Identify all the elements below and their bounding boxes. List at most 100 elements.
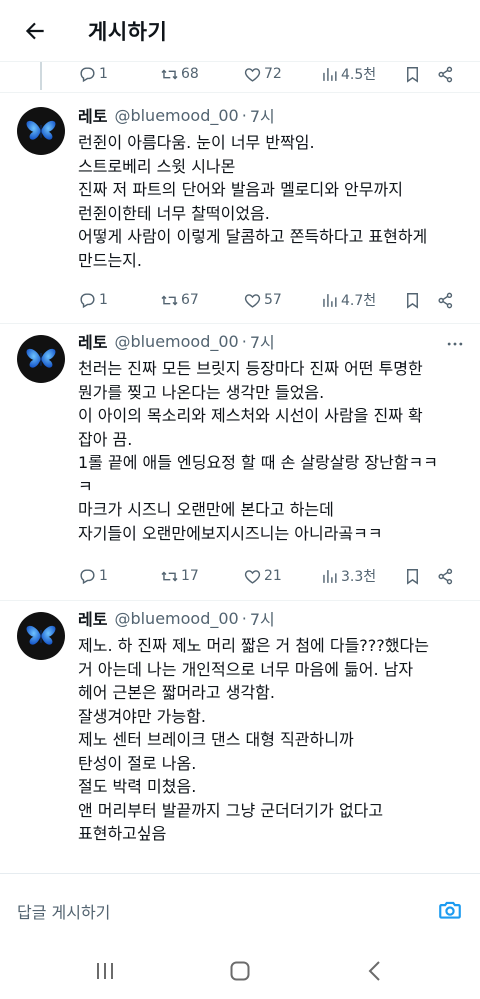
retweet-button[interactable]: 68 <box>160 62 199 86</box>
share-icon <box>438 66 453 82</box>
tweet-line: 런쥔이한테 너무 찰떡이었음. <box>78 203 270 223</box>
reply-button[interactable]: 1 <box>78 62 108 86</box>
thread-line <box>40 62 42 90</box>
separator-dot: · <box>241 608 247 628</box>
page-title: 게시하기 <box>88 20 168 44</box>
tweet-line: 제노 센터 브레이크 댄스 대형 직관하니까 <box>78 730 354 749</box>
tweet-line: 스트로베리 스윗 시나몬 <box>78 156 236 176</box>
share-button[interactable] <box>436 564 455 588</box>
reply-button[interactable]: 1 <box>78 288 108 312</box>
tweet-line: 헤어 근본은 짧머라고 생각함. <box>78 683 275 702</box>
reply-icon <box>80 66 95 82</box>
retweet-icon <box>161 295 178 305</box>
share-icon <box>438 568 453 584</box>
bookmark-button[interactable] <box>403 564 422 588</box>
views-count: 4.7천 <box>341 293 377 309</box>
timestamp[interactable]: 7시 <box>250 606 275 630</box>
bookmark-icon <box>407 292 418 309</box>
views-button[interactable]: 4.7천 <box>320 288 376 312</box>
like-button[interactable]: 72 <box>243 62 282 86</box>
heart-icon <box>244 569 261 584</box>
tweet-actions: 1 17 21 3.3천 <box>78 564 458 588</box>
avatar[interactable] <box>17 107 65 155</box>
tweet[interactable]: 레토 @bluemood_00 · 7시 제노. 하 진짜 제노 머리 짧은 거… <box>0 601 480 873</box>
tweet-line: 앤 머리부터 발끝까지 그냥 군더더기가 없다고 <box>78 800 384 820</box>
tweet-line: 절도 박력 미쳤음. <box>78 777 197 796</box>
like-button[interactable]: 57 <box>243 288 282 312</box>
tweet-text: 런쥔이 아름다움. 눈이 너무 반짝임. 스트로베리 스윗 시나몬 진짜 저 파… <box>78 131 468 272</box>
reply-composer[interactable]: 답글 게시하기 <box>0 873 480 943</box>
views-button[interactable]: 4.5천 <box>320 62 376 86</box>
reply-count: 1 <box>99 292 108 308</box>
butterfly-avatar-icon <box>26 120 56 140</box>
system-nav-bar <box>0 943 480 999</box>
views-count: 4.5천 <box>341 67 377 83</box>
reply-icon <box>80 568 95 584</box>
display-name[interactable]: 레토 <box>78 329 107 353</box>
separator-dot: · <box>241 331 247 351</box>
tweet-line: ㅋ <box>78 476 93 496</box>
avatar[interactable] <box>17 612 65 660</box>
tweet-line: 뭔가를 찢고 나온다는 생각만 들었음. <box>78 382 325 402</box>
prev-tweet-actions: 1 68 72 4.5천 <box>78 62 458 86</box>
reply-button[interactable]: 1 <box>78 564 108 588</box>
retweet-icon <box>161 69 178 79</box>
avatar[interactable] <box>17 335 65 383</box>
tweet-line: 탄성이 절로 나옴. <box>78 753 197 773</box>
retweet-button[interactable]: 17 <box>160 564 199 588</box>
display-name[interactable]: 레토 <box>78 606 107 630</box>
tweet-header: 레토 @bluemood_00 · 7시 <box>78 606 275 630</box>
bookmark-icon <box>407 568 418 585</box>
tweet[interactable]: 레토 @bluemood_00 · 7시 런쥔이 아름다움. 눈이 너무 반짝임… <box>0 93 480 323</box>
retweet-button[interactable]: 67 <box>160 288 199 312</box>
top-app-bar: 게시하기 <box>0 0 480 62</box>
home-icon[interactable] <box>225 957 255 985</box>
reply-icon <box>80 292 95 308</box>
share-button[interactable] <box>436 62 455 86</box>
camera-icon[interactable] <box>434 894 466 926</box>
reply-input[interactable]: 답글 게시하기 <box>17 899 110 923</box>
like-count: 72 <box>264 66 282 82</box>
views-button[interactable]: 3.3천 <box>320 564 376 588</box>
bookmark-button[interactable] <box>403 288 422 312</box>
display-name[interactable]: 레토 <box>78 103 107 127</box>
views-count: 3.3천 <box>341 569 377 585</box>
user-handle[interactable]: @bluemood_00 <box>114 332 238 351</box>
user-handle[interactable]: @bluemood_00 <box>114 609 238 628</box>
bookmark-button[interactable] <box>403 62 422 86</box>
tweet-line: 1롤 끝에 애들 엔딩요정 할 때 손 살랑살랑 장난함ㅋㅋ <box>78 453 438 472</box>
like-button[interactable]: 21 <box>243 564 282 588</box>
timestamp[interactable]: 7시 <box>250 103 275 127</box>
tweet-text: 천러는 진짜 모든 브릿지 등장마다 진짜 어떤 투명한 뭔가를 찢고 나온다는… <box>78 357 468 545</box>
tweet-text: 제노. 하 진짜 제노 머리 짧은 거 첨에 다들???했다는 거 아는데 나는… <box>78 634 468 846</box>
tweet-line: 잘생겨야만 가능함. <box>78 706 206 726</box>
retweet-icon <box>161 571 178 581</box>
tweet-line: 만드는지. <box>78 250 142 270</box>
like-count: 57 <box>264 292 282 308</box>
user-handle[interactable]: @bluemood_00 <box>114 106 238 125</box>
reply-count: 1 <box>99 66 108 82</box>
separator-dot: · <box>241 105 247 125</box>
recent-apps-icon[interactable] <box>90 957 120 985</box>
butterfly-avatar-icon <box>26 625 56 645</box>
tweet[interactable]: 레토 @bluemood_00 · 7시 천러는 진짜 모든 브릿지 등장마다 … <box>0 324 480 600</box>
timestamp[interactable]: 7시 <box>250 329 275 353</box>
views-icon <box>323 67 337 81</box>
reply-count: 1 <box>99 568 108 584</box>
tweet-header: 레토 @bluemood_00 · 7시 <box>78 329 275 353</box>
tweet-line: 표현하고싶음 <box>78 824 167 843</box>
tweet-line: 거 아는데 나는 개인적으로 너무 마음에 듦어. 남자 <box>78 659 414 679</box>
nav-back-icon[interactable] <box>360 957 390 985</box>
tweet-line: 이 아이의 목소리와 제스처와 시선이 사람을 진짜 확 <box>78 406 423 425</box>
share-button[interactable] <box>436 288 455 312</box>
tweet-line: 잡아 끔. <box>78 429 133 449</box>
tweet-line: 제노. 하 진짜 제노 머리 짧은 거 첨에 다들???했다는 <box>78 636 429 655</box>
heart-icon <box>244 67 261 82</box>
more-icon[interactable] <box>444 333 466 355</box>
tweet-line: 마크가 시즈니 오랜만에 본다고 하는데 <box>78 500 334 519</box>
tweet-line: 천러는 진짜 모든 브릿지 등장마다 진짜 어떤 투명한 <box>78 359 423 378</box>
back-arrow-icon[interactable] <box>18 14 52 48</box>
tweet-actions: 1 67 57 4.7천 <box>78 288 458 312</box>
retweet-count: 67 <box>181 292 199 308</box>
heart-icon <box>244 293 261 308</box>
